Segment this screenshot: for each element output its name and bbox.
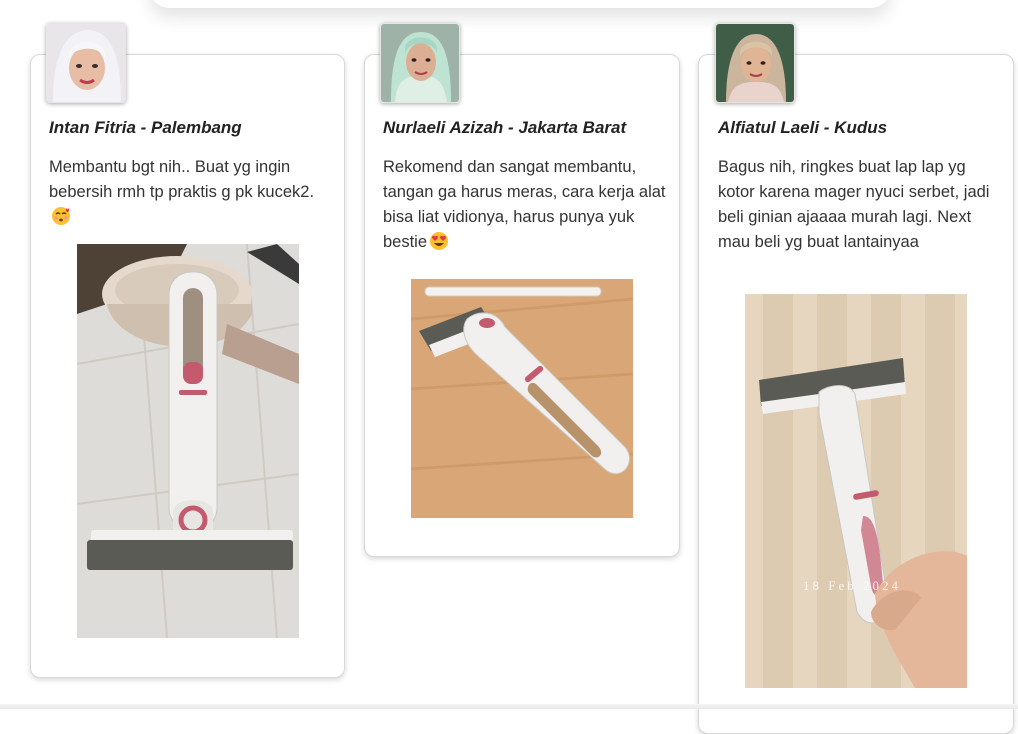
heart-eyes-face-icon: [429, 231, 449, 251]
reviewer-name-2: Nurlaeli Azizah - Jakarta Barat: [383, 118, 627, 137]
product-photo-3: 18 Feb 2024: [745, 294, 967, 688]
review-text-3: Bagus nih, ringkes buat lap lap yg kotor…: [718, 158, 990, 251]
header-shadow: [150, 0, 890, 8]
reviewer-avatar-3: [715, 23, 795, 103]
reviewer-name-3: Alfiatul Laeli - Kudus: [718, 118, 888, 137]
product-photo-1: [77, 244, 299, 638]
photo-date-stamp: 18 Feb 2024: [803, 578, 901, 593]
reviewer-avatar-1: [46, 23, 126, 103]
reviewer-avatar-2: [380, 23, 460, 103]
review-text-1: Membantu bgt nih.. Buat yg ingin bebersi…: [49, 155, 334, 230]
review-text-2-content: Rekomend dan sangat membantu, tangan ga …: [383, 158, 666, 251]
product-photo-2: [411, 279, 633, 518]
review-text-2: Rekomend dan sangat membantu, tangan ga …: [383, 155, 667, 255]
review-text-1-content: Membantu bgt nih.. Buat yg ingin bebersi…: [49, 158, 315, 201]
section-divider: [0, 704, 1018, 709]
kissing-face-with-closed-eyes-icon: [51, 206, 71, 226]
reviewer-name-1: Intan Fitria - Palembang: [49, 118, 242, 137]
